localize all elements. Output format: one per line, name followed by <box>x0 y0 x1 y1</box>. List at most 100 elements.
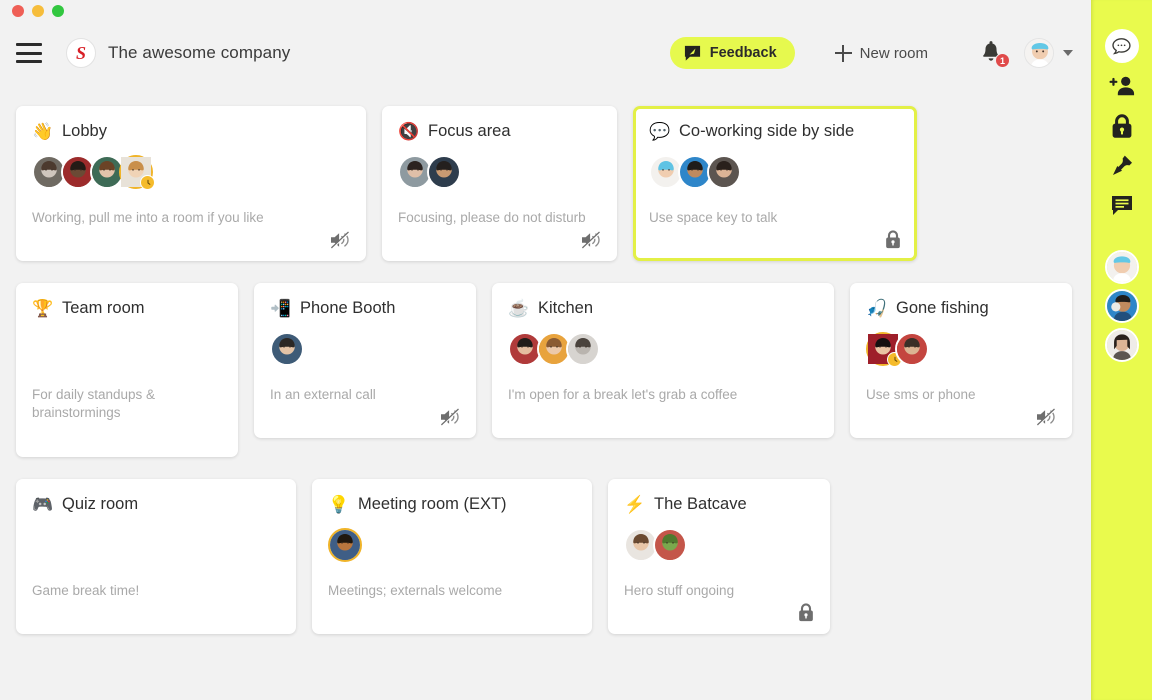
room-status-text: I'm open for a break let's grab a coffee <box>508 387 738 403</box>
room-status-text: Working, pull me into a room if you like <box>32 210 264 225</box>
add-person-icon <box>1108 76 1134 96</box>
muted-speaker-icon[interactable] <box>330 231 350 250</box>
pin-icon <box>1112 155 1132 175</box>
participant-avatar[interactable] <box>566 332 600 367</box>
participant-avatar[interactable] <box>895 332 929 367</box>
notification-count-badge: 1 <box>995 53 1010 68</box>
room-row: 👋 Lobby Working, pull me into a room if yo… <box>16 106 1075 262</box>
away-clock-badge <box>140 175 155 190</box>
room-participants <box>270 332 460 367</box>
hamburger-menu-icon[interactable] <box>16 43 42 63</box>
avatar-image <box>680 157 710 187</box>
room-participants <box>328 527 576 562</box>
user-menu-chevron-down-icon[interactable] <box>1063 50 1073 56</box>
room-card-team-room[interactable]: 🏆 Team room For daily standups & brainstor… <box>16 283 238 457</box>
avatar-image <box>655 529 685 560</box>
lock-icon[interactable] <box>885 230 901 249</box>
avatar-image <box>429 157 459 187</box>
page-title: The awesome company <box>108 43 291 62</box>
speech-bubble-chip <box>1104 29 1139 63</box>
muted-speaker-icon[interactable] <box>1036 408 1056 427</box>
room-card-title: 🎣 Gone fishing <box>866 299 1056 318</box>
feedback-button[interactable]: Feedback <box>669 37 795 69</box>
room-name: Lobby <box>62 122 107 140</box>
room-card-phone-booth[interactable]: 📲 Phone Booth In an external call <box>254 283 476 439</box>
avatar-image <box>400 157 430 187</box>
rail-avatar-1[interactable] <box>1104 250 1139 284</box>
room-card-co-working-side-by-side[interactable]: 💬 Co-working side by side Use space key to… <box>633 106 917 262</box>
avatar-image <box>34 157 64 187</box>
room-participants <box>508 332 818 367</box>
room-status-text: Hero stuff ongoing <box>624 582 735 598</box>
room-card-title: 👋 Lobby <box>32 122 350 141</box>
mobile-phone-with-arrow-emoji: 📲 <box>270 299 292 319</box>
room-name: Phone Booth <box>300 299 396 318</box>
room-status-text: In an external call <box>270 387 376 403</box>
avatar-image <box>92 157 122 187</box>
room-name: Team room <box>62 299 145 318</box>
trophy-emoji: 🏆 <box>32 299 54 319</box>
rail-item-add-person[interactable] <box>1102 66 1142 106</box>
room-card-title: 🔇 Focus area <box>398 122 601 141</box>
feedback-bubble-icon <box>684 45 700 61</box>
fishing-pole-emoji: 🎣 <box>866 299 888 319</box>
room-participants <box>649 155 901 189</box>
room-card-the-batcave[interactable]: ⚡ The Batcave Hero stuff ongoing <box>608 478 830 634</box>
video-game-emoji: 🎮 <box>32 494 54 514</box>
chat-icon <box>1111 196 1132 215</box>
room-card-quiz-room[interactable]: 🎮 Quiz room Game break time! <box>16 478 296 634</box>
room-card-footer <box>624 600 814 622</box>
room-status-text: Game break time! <box>32 582 140 598</box>
room-card-title: 📲 Phone Booth <box>270 299 460 318</box>
participant-avatar[interactable] <box>707 155 741 189</box>
room-card-title: 🏆 Team room <box>32 299 222 318</box>
avatar-image <box>63 157 93 187</box>
avatar-image <box>1106 291 1137 321</box>
muted-speaker-icon[interactable] <box>581 231 601 250</box>
room-card-kitchen[interactable]: ☕ Kitchen I'm open for a break let's grab … <box>492 283 834 439</box>
lock-icon[interactable] <box>798 603 814 622</box>
notifications-button[interactable]: 1 <box>980 41 1010 68</box>
main-column: S The awesome company Feedback New room <box>0 0 1091 700</box>
rail-item-pin[interactable] <box>1102 146 1142 186</box>
room-row: 🎮 Quiz room Game break time! 💡 Meeting room … <box>16 478 1075 634</box>
feedback-label: Feedback <box>709 45 777 61</box>
participant-avatar[interactable] <box>328 527 362 562</box>
avatar-image <box>1106 252 1137 282</box>
user-avatar[interactable] <box>1024 38 1054 68</box>
room-card-focus-area[interactable]: 🔇 Focus area Focusing, please do not distu… <box>382 106 617 262</box>
participant-avatar[interactable] <box>119 155 155 190</box>
rail-item-speech-bubble[interactable] <box>1102 26 1142 66</box>
room-status-text: Meetings; externals welcome <box>328 582 503 598</box>
room-name: Meeting room (EXT) <box>358 494 507 513</box>
room-card-title: ☕ Kitchen <box>508 299 818 318</box>
room-card-title: ⚡ The Batcave <box>624 495 814 514</box>
muted-speaker-icon[interactable] <box>440 408 460 427</box>
zoom-window-button[interactable] <box>52 5 64 17</box>
participant-avatar[interactable] <box>653 527 687 562</box>
room-participants <box>398 155 601 189</box>
avatar-image <box>568 334 598 365</box>
room-card-footer <box>328 600 576 622</box>
rail-avatar-2[interactable] <box>1104 289 1139 323</box>
new-room-button[interactable]: New room <box>834 44 928 62</box>
room-status-text: Use space key to talk <box>649 210 778 225</box>
minimize-window-button[interactable] <box>32 5 44 17</box>
rail-item-lock[interactable] <box>1102 106 1142 146</box>
room-card-gone-fishing[interactable]: 🎣 Gone fishing Use sms or phone <box>850 283 1072 439</box>
speech-bubble-icon <box>1112 37 1131 54</box>
muted-speaker-icon <box>1036 408 1056 427</box>
room-card-footer <box>32 423 222 445</box>
room-name: Gone fishing <box>896 299 989 318</box>
participant-avatar[interactable] <box>427 155 461 189</box>
room-card-lobby[interactable]: 👋 Lobby Working, pull me into a room if yo… <box>16 106 366 262</box>
rail-avatar-3[interactable] <box>1104 328 1139 362</box>
right-rail <box>1091 0 1152 700</box>
rail-item-chat[interactable] <box>1102 186 1142 226</box>
participant-avatar[interactable] <box>270 332 304 367</box>
room-card-meeting-room-ext[interactable]: 💡 Meeting room (EXT) Meetings; externals w… <box>312 478 592 634</box>
room-card-footer <box>270 404 460 427</box>
close-window-button[interactable] <box>12 5 24 17</box>
muted-speaker-icon <box>440 408 460 427</box>
avatar-image <box>539 334 569 365</box>
